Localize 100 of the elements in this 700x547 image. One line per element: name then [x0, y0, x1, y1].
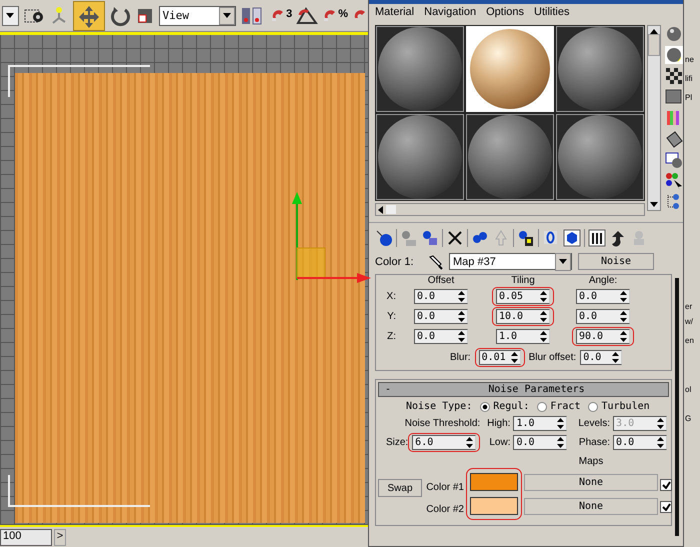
color-label: Color #2 [426, 504, 464, 515]
map-label: Color 1: [375, 256, 415, 268]
number-field[interactable]: 10.0 [496, 309, 550, 324]
map-name-dropdown[interactable]: Map #37 [449, 253, 572, 270]
radio-button[interactable] [480, 402, 490, 412]
radio-option[interactable]: Fract [537, 401, 580, 412]
axis-label: X: [386, 291, 396, 302]
size-label: Size: [386, 437, 408, 448]
spinner-icon[interactable] [458, 291, 465, 302]
left-arrow-icon[interactable] [378, 206, 383, 214]
spinner-icon[interactable] [540, 331, 547, 342]
snap-button[interactable]: 3 [270, 8, 292, 24]
delete-icon[interactable] [446, 229, 464, 247]
spinner-icon[interactable] [540, 311, 547, 322]
spinner-icon[interactable] [458, 331, 465, 342]
spinner-icon[interactable] [657, 437, 664, 448]
material-effects-icon[interactable] [517, 229, 535, 247]
move-icon[interactable] [72, 0, 105, 30]
down-arrow-icon[interactable] [650, 202, 658, 207]
phase-label: Phase: [578, 437, 610, 448]
sample-sphere-icon[interactable] [665, 25, 683, 43]
eyedropper-icon[interactable] [427, 254, 443, 270]
transform-gizmo-icon[interactable] [291, 190, 371, 285]
map-slot-button[interactable]: None [524, 474, 658, 491]
spinner-icon[interactable] [557, 437, 564, 448]
number-field[interactable]: 0.05 [496, 289, 550, 304]
spinner-icon[interactable] [612, 352, 620, 363]
axis-label: Z: [386, 331, 396, 342]
spinner-icon[interactable] [620, 291, 627, 302]
number-field[interactable]: 1.0 [513, 416, 568, 431]
up-arrow-icon[interactable] [650, 29, 658, 34]
spinner-icon[interactable] [620, 331, 627, 342]
number-field[interactable]: 90.0 [576, 329, 630, 344]
horizontal-scrollbar[interactable] [375, 203, 645, 216]
show-map-icon[interactable] [563, 229, 581, 247]
checker-icon[interactable] [665, 67, 683, 85]
blur-offset-label: Blur offset: [528, 352, 576, 363]
menu-item[interactable]: Material [375, 6, 414, 21]
scroll-thumb[interactable] [386, 205, 396, 214]
scroll-thumb[interactable] [648, 34, 660, 56]
spinner-icon[interactable] [620, 311, 627, 322]
number-field[interactable]: 1.0 [496, 329, 550, 344]
vertical-scrollbar[interactable] [647, 25, 661, 211]
view-dropdown[interactable]: View [158, 6, 236, 26]
number-field[interactable]: 0.0 [580, 350, 622, 365]
radio-button[interactable] [588, 402, 598, 412]
radio-option[interactable]: Turbulen [588, 401, 650, 412]
color-label: Color #1 [426, 482, 464, 493]
caret-icon[interactable] [223, 13, 232, 18]
menu-item[interactable]: Utilities [534, 6, 570, 21]
next-frame-button[interactable]: > [54, 528, 66, 546]
caret-icon[interactable] [559, 259, 567, 264]
window-sphere-icon[interactable] [665, 151, 683, 169]
dropdown-arrow-button[interactable] [2, 6, 19, 26]
go-to-parent-icon[interactable] [609, 229, 627, 247]
spinner-icon[interactable] [557, 418, 564, 429]
number-field[interactable]: 0.0 [414, 309, 468, 324]
number-field[interactable]: 0.0 [414, 329, 468, 344]
axis-label: Y: [386, 311, 396, 322]
backlight-sphere-icon[interactable] [665, 46, 683, 64]
color-swatch[interactable] [470, 473, 518, 491]
levels-label: Levels: [577, 418, 610, 429]
rollout-scrollbar[interactable] [675, 278, 679, 536]
noise-type-label: Noise Type: [406, 401, 472, 412]
spinner-icon[interactable] [510, 352, 518, 363]
color-swatch[interactable] [470, 497, 518, 515]
number-field[interactable]: 0.0 [576, 289, 630, 304]
get-material-icon[interactable] [375, 229, 393, 247]
frame-field[interactable]: 100 [0, 528, 52, 546]
number-field[interactable]: 6.0 [412, 435, 476, 450]
column-header: Tiling [510, 275, 536, 286]
number-field[interactable]: 0.0 [513, 435, 568, 450]
menu-item[interactable]: Navigation [424, 6, 476, 21]
snap-button[interactable]: % [322, 8, 348, 24]
rotate-icon[interactable] [108, 4, 131, 26]
spinner-icon[interactable] [466, 437, 474, 448]
caret-icon[interactable] [6, 13, 14, 18]
number-field[interactable]: 0.0 [613, 435, 668, 450]
maps-label: Maps [578, 456, 604, 467]
show-end-result-icon[interactable] [588, 229, 606, 247]
angle-snap-icon[interactable] [296, 6, 318, 24]
number-field[interactable]: 0.01 [478, 350, 521, 365]
assign-material-icon[interactable] [421, 229, 439, 247]
panel-text-fragment: en [685, 336, 695, 345]
panel-text-fragment: er [685, 302, 694, 311]
menu-item[interactable]: Options [486, 6, 524, 21]
map-slot-button[interactable]: None [524, 498, 658, 515]
channel-zero-icon[interactable] [542, 229, 560, 247]
spinner-icon[interactable] [540, 291, 547, 302]
square-icon[interactable] [665, 88, 683, 106]
radio-button[interactable] [537, 402, 548, 412]
number-field[interactable]: 0.0 [414, 289, 468, 304]
number-field[interactable]: 0.0 [576, 309, 630, 324]
radio-option[interactable]: Regul: [480, 401, 530, 412]
map-type-button[interactable]: Noise [578, 253, 654, 270]
rollout-header[interactable]: - Noise Parameters [378, 382, 669, 397]
column-header: Angle: [588, 275, 618, 286]
color-dots-cursor-icon[interactable] [665, 172, 683, 190]
spinner-icon[interactable] [458, 311, 465, 322]
swap-button[interactable]: Swap [378, 479, 422, 497]
